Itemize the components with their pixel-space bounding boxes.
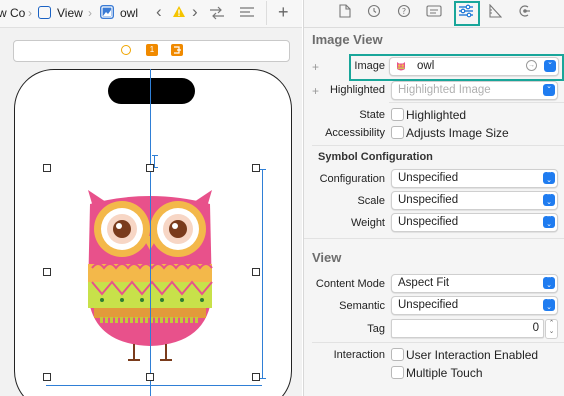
svg-text:?: ?	[402, 7, 406, 16]
highlighted-image-placeholder: Highlighted Image	[398, 84, 491, 96]
weight-value: Unspecified	[398, 216, 459, 228]
resize-handle[interactable]	[146, 373, 154, 381]
size-inspector-icon[interactable]	[486, 3, 504, 22]
divider	[312, 145, 564, 146]
stepper-icon[interactable]: ⌃ ⌄	[543, 171, 555, 184]
divider	[266, 1, 267, 25]
add-icon[interactable]: +	[278, 2, 289, 23]
inspector-tabs: ?	[304, 0, 564, 28]
scale-label: Scale	[357, 195, 385, 207]
divider	[304, 238, 564, 239]
resize-handle[interactable]	[43, 373, 51, 381]
configuration-select[interactable]: Unspecified ⌃ ⌄	[391, 169, 558, 188]
help-inspector-icon[interactable]: ?	[395, 4, 413, 22]
stepper-icon[interactable]: ⌃ ⌄	[543, 298, 555, 311]
highlighted-checkbox[interactable]	[391, 108, 404, 121]
chevron-right-icon: ›	[88, 6, 92, 20]
configuration-value: Unspecified	[398, 172, 459, 184]
semantic-select[interactable]: Unspecified ⌃ ⌄	[391, 296, 558, 315]
view-icon	[38, 6, 51, 19]
weight-label: Weight	[350, 217, 385, 229]
adjusts-image-size-checkbox[interactable]	[391, 126, 404, 139]
tag-label: Tag	[367, 323, 385, 335]
add-variation-button[interactable]: +	[312, 84, 319, 98]
file-inspector-icon[interactable]	[336, 4, 354, 22]
history-inspector-icon[interactable]	[365, 4, 383, 22]
state-label: State	[359, 109, 385, 121]
back-icon[interactable]: ‹	[156, 2, 162, 22]
highlighted-option-label: Highlighted	[406, 108, 467, 122]
chevron-right-icon: ›	[28, 6, 32, 20]
tag-stepper[interactable]: ⌃ ⌄	[545, 319, 558, 339]
forward-icon[interactable]: ›	[192, 2, 198, 22]
multiple-touch-label: Multiple Touch	[406, 366, 483, 380]
symbol-configuration-title: Symbol Configuration	[318, 151, 433, 163]
image-view-section-title: Image View	[312, 32, 383, 47]
center-guide	[150, 69, 151, 396]
stepper-icon[interactable]: ⌃ ⌄	[543, 193, 555, 206]
divider	[389, 102, 564, 103]
interaction-label: Interaction	[333, 349, 385, 361]
breadcrumb-item[interactable]: w Co	[0, 6, 25, 20]
stepper-icon[interactable]: ⌃ ⌄	[543, 215, 555, 228]
image-field-highlight	[349, 54, 564, 81]
stepper-icon[interactable]: ⌃ ⌄	[543, 276, 555, 289]
attributes-inspector: ? Image View + Image owl → ⌄ + Highlight…	[303, 0, 564, 396]
attributes-inspector-icon[interactable]	[457, 4, 475, 22]
constraint-top	[152, 155, 161, 168]
content-mode-label: Content Mode	[315, 278, 385, 290]
identity-inspector-icon[interactable]	[425, 4, 443, 22]
tag-value: 0	[532, 322, 539, 334]
scale-value: Unspecified	[398, 194, 459, 206]
view-controller-icon[interactable]	[121, 45, 131, 55]
jump-bar: w Co › View › owl ‹ › +	[0, 0, 302, 28]
highlighted-label: Highlighted	[329, 84, 385, 96]
multiple-touch-checkbox[interactable]	[391, 366, 404, 379]
user-interaction-enabled-checkbox[interactable]	[391, 348, 404, 361]
semantic-value: Unspecified	[398, 299, 459, 311]
first-responder-icon[interactable]: 1	[146, 44, 158, 56]
breadcrumb-item-owl[interactable]: owl	[120, 6, 138, 20]
width-constraint	[46, 385, 262, 386]
height-constraint	[262, 169, 263, 379]
adjusts-image-size-label: Adjusts Image Size	[406, 126, 509, 140]
configuration-label: Configuration	[319, 173, 385, 185]
connections-inspector-icon[interactable]	[515, 4, 533, 22]
resize-handle[interactable]	[252, 373, 260, 381]
divider	[312, 342, 564, 343]
resize-handle[interactable]	[252, 164, 260, 172]
exit-icon[interactable]	[171, 44, 183, 56]
resize-handle[interactable]	[252, 268, 260, 276]
highlighted-image-combobox[interactable]: Highlighted Image ⌄	[391, 81, 558, 100]
tag-field[interactable]: 0	[391, 319, 544, 338]
semantic-label: Semantic	[339, 300, 385, 312]
weight-select[interactable]: Unspecified ⌃ ⌄	[391, 213, 558, 232]
user-interaction-enabled-label: User Interaction Enabled	[406, 348, 539, 362]
resize-handle[interactable]	[146, 164, 154, 172]
resize-handle[interactable]	[43, 268, 51, 276]
warning-icon[interactable]	[172, 5, 186, 22]
image-view-icon	[100, 5, 114, 19]
accessibility-label: Accessibility	[325, 127, 385, 139]
scene-dock: 1	[13, 40, 290, 62]
breadcrumb-item-view[interactable]: View	[57, 6, 83, 20]
content-mode-value: Aspect Fit	[398, 277, 450, 289]
canvas-area: w Co › View › owl ‹ › + 1	[0, 0, 302, 396]
chevron-down-icon[interactable]: ⌄	[543, 83, 555, 96]
dynamic-island	[108, 78, 195, 104]
add-variation-button[interactable]: +	[312, 60, 319, 74]
scale-select[interactable]: Unspecified ⌃ ⌄	[391, 191, 558, 210]
resize-handle[interactable]	[43, 164, 51, 172]
list-icon[interactable]	[239, 6, 255, 23]
content-mode-select[interactable]: Aspect Fit ⌃ ⌄	[391, 274, 558, 293]
view-section-title: View	[312, 250, 342, 265]
related-items-icon[interactable]	[209, 6, 225, 23]
